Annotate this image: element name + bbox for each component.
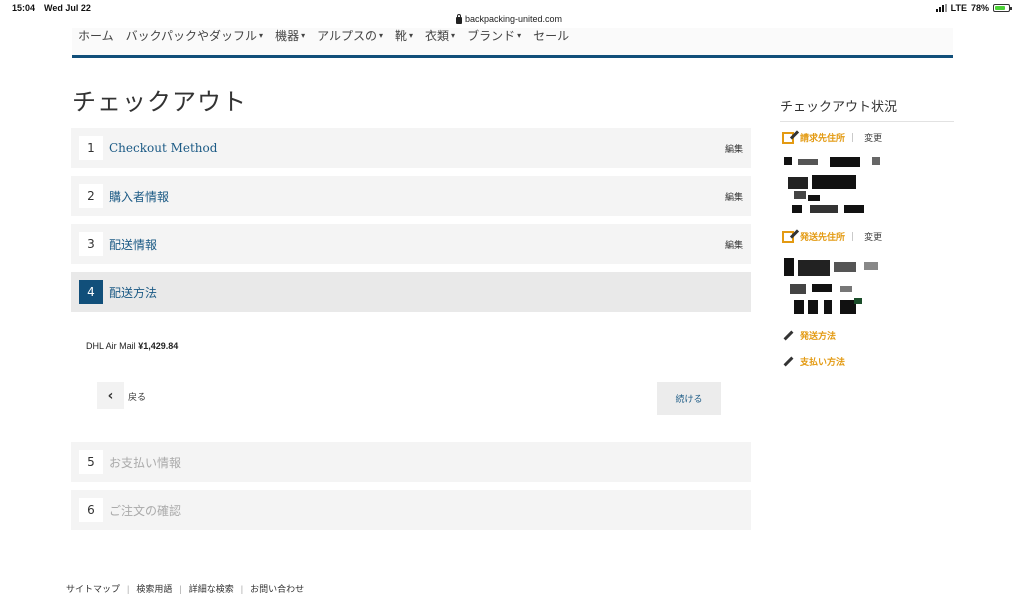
continue-button[interactable]: 続ける — [657, 382, 721, 415]
nav-item-alpine[interactable]: アルプスの ▾ — [311, 28, 389, 55]
shipping-method-name: DHL Air Mail — [86, 341, 136, 351]
nav-label: セール — [533, 29, 570, 43]
payment-method-row: 支払い方法 — [782, 355, 845, 368]
step-checkout-method[interactable]: 1 Checkout Method 編集 — [71, 128, 751, 168]
separator: | — [851, 132, 855, 143]
battery-icon — [993, 4, 1012, 12]
nav-label: ホーム — [78, 29, 114, 43]
step-number: 2 — [79, 184, 103, 208]
status-time: 15:04 — [12, 3, 36, 13]
nav-label: バックパックやダッフル — [125, 29, 258, 43]
nav-item-brands[interactable]: ブランド ▾ — [461, 28, 527, 55]
separator: | — [240, 583, 244, 594]
redacted-shipping-address — [784, 258, 880, 318]
step-label: 配送情報 — [109, 237, 158, 252]
shipping-option[interactable]: DHL Air Mail ¥1,429.84 — [86, 341, 178, 351]
shipping-method-row: 発送方法 — [782, 329, 836, 342]
separator: | — [851, 231, 855, 242]
shipping-price: ¥1,429.84 — [138, 341, 179, 351]
step-billing-info[interactable]: 2 購入者情報 編集 — [71, 176, 751, 216]
back-link[interactable]: 戻る — [128, 390, 146, 403]
address-url: backpacking-united.com — [465, 14, 563, 24]
network-label: LTE — [950, 3, 967, 13]
nav-item-clothing[interactable]: 衣類 ▾ — [419, 28, 461, 55]
edit-icon — [782, 131, 794, 144]
lock-icon — [456, 13, 462, 24]
caret-down-icon: ▾ — [259, 31, 264, 40]
step-number: 5 — [79, 450, 103, 474]
footer-link-search-terms[interactable]: 検索用語 — [136, 582, 172, 595]
redacted-billing-address — [784, 157, 880, 215]
shipping-change-link[interactable]: 変更 — [864, 230, 882, 243]
nav-item-home[interactable]: ホーム — [72, 28, 120, 55]
separator: | — [179, 583, 182, 594]
step-number: 3 — [79, 232, 103, 256]
caret-down-icon: ▾ — [378, 31, 383, 40]
edit-link[interactable]: 編集 — [725, 238, 743, 251]
step-label: 購入者情報 — [109, 189, 170, 204]
edit-icon — [782, 230, 794, 243]
footer-links: サイトマップ | 検索用語 | 詳細な検索 | お問い合わせ — [66, 582, 304, 595]
caret-down-icon: ▾ — [517, 31, 522, 40]
step-payment-info: 5 お支払い情報 — [71, 442, 751, 482]
status-indicators: LTE 78% — [935, 3, 1012, 13]
chevron-left-icon: ‹ — [107, 387, 114, 404]
footer-link-advanced-search[interactable]: 詳細な検索 — [189, 582, 234, 595]
edit-link[interactable]: 編集 — [725, 190, 743, 203]
edit-link[interactable]: 編集 — [725, 142, 743, 155]
nav-label: 衣類 — [425, 29, 450, 43]
payment-method-label: 支払い方法 — [800, 358, 846, 368]
pencil-icon — [782, 356, 794, 368]
back-button[interactable]: ‹ — [97, 382, 124, 409]
battery-percent: 78% — [970, 3, 989, 13]
footer-link-sitemap[interactable]: サイトマップ — [66, 582, 120, 595]
step-label: Checkout Method — [109, 141, 218, 155]
footer-link-contact[interactable]: お問い合わせ — [250, 582, 304, 595]
nav-item-equipment[interactable]: 機器 ▾ — [269, 28, 311, 55]
separator: | — [127, 583, 130, 594]
nav-label: 機器 — [275, 29, 300, 43]
billing-address-label: 請求先住所 — [800, 134, 846, 144]
page-title: チェックアウト — [72, 88, 247, 116]
billing-change-link[interactable]: 変更 — [864, 131, 882, 144]
step-shipping-info[interactable]: 3 配送情報 編集 — [71, 224, 751, 264]
checkout-progress-title: チェックアウト状況 — [780, 96, 954, 122]
billing-address-row: 請求先住所 | 変更 — [782, 131, 882, 144]
status-bar: 15:04 Wed Jul 22 backpacking-united.com … — [0, 0, 1024, 24]
signal-icon — [935, 4, 947, 12]
caret-down-icon: ▾ — [301, 31, 306, 40]
nav-item-shoes[interactable]: 靴 ▾ — [389, 28, 419, 55]
step-order-review: 6 ご注文の確認 — [71, 490, 751, 530]
step-label: 配送方法 — [109, 285, 158, 300]
caret-down-icon: ▾ — [451, 31, 456, 40]
step-number: 6 — [79, 498, 103, 522]
status-date: Wed Jul 22 — [44, 3, 91, 13]
nav-label: 靴 — [395, 29, 408, 43]
nav-label: ブランド — [467, 29, 516, 43]
main-nav: ホーム バックパックやダッフル ▾ 機器 ▾ アルプスの ▾ 靴 ▾ 衣類 ▾ ブランド ▾… — [72, 28, 953, 58]
shipping-address-label: 発送先住所 — [800, 233, 846, 243]
caret-down-icon: ▾ — [409, 31, 414, 40]
address-bar[interactable]: backpacking-united.com — [456, 13, 563, 24]
shipping-address-row: 発送先住所 | 変更 — [782, 230, 882, 243]
pencil-icon — [782, 330, 794, 342]
nav-item-sale[interactable]: セール — [527, 28, 575, 55]
step-number: 1 — [79, 136, 103, 160]
step-number: 4 — [79, 280, 103, 304]
step-label: お支払い情報 — [109, 455, 182, 470]
nav-item-backpacks[interactable]: バックパックやダッフル ▾ — [120, 28, 269, 55]
step-label: ご注文の確認 — [109, 503, 182, 518]
nav-label: アルプスの — [317, 29, 377, 43]
step-shipping-method: 4 配送方法 — [71, 272, 751, 312]
shipping-method-label: 発送方法 — [800, 332, 837, 342]
